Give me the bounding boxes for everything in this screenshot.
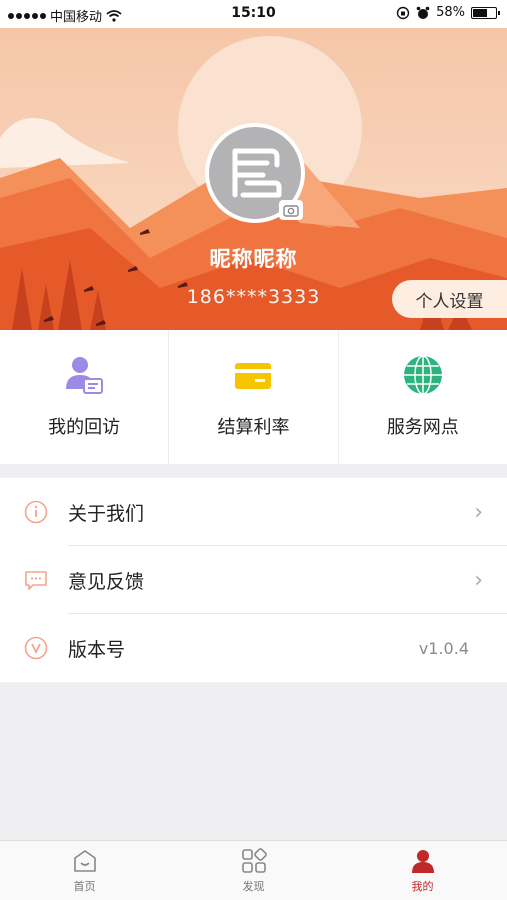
- tab-bar: 首页 发现 我的: [0, 840, 507, 900]
- chevron-right-icon: ›: [474, 499, 483, 525]
- menu-item-version: 版本号 v1.0.4: [0, 614, 507, 682]
- tab-home[interactable]: 首页: [0, 841, 169, 900]
- menu-item-feedback[interactable]: 意见反馈 ›: [0, 546, 507, 614]
- nickname: 昵称昵称: [209, 247, 298, 271]
- battery-percent: 58%: [436, 5, 465, 20]
- tab-me[interactable]: 我的: [338, 841, 507, 900]
- chat-icon: [25, 571, 47, 590]
- card-icon: [235, 363, 272, 389]
- alarm-icon: [416, 6, 430, 19]
- home-icon: [73, 849, 96, 872]
- tab-label: 发现: [242, 879, 265, 893]
- logo-icon: [232, 148, 282, 198]
- discover-icon: [241, 847, 267, 873]
- menu-item-about[interactable]: 关于我们 ›: [0, 478, 507, 546]
- quick-item-rates[interactable]: 结算利率: [169, 330, 339, 464]
- menu-item-label: 版本号: [68, 638, 126, 661]
- info-icon: [24, 500, 48, 524]
- version-value: v1.0.4: [418, 638, 469, 658]
- quick-item-outlets[interactable]: 服务网点: [339, 330, 507, 464]
- tab-label: 首页: [73, 879, 96, 893]
- quick-item-visits[interactable]: 我的回访: [0, 330, 170, 464]
- globe-icon: [403, 355, 442, 395]
- me-icon: [411, 849, 434, 873]
- status-right: 58%: [396, 5, 500, 20]
- quick-item-label: 我的回访: [48, 417, 121, 438]
- chevron-right-icon: ›: [474, 567, 483, 593]
- camera-button[interactable]: [279, 200, 303, 220]
- menu-item-label: 关于我们: [68, 502, 145, 525]
- profile-header: 昵称昵称 186****3333 个人设置: [0, 28, 507, 330]
- camera-icon: [283, 205, 299, 217]
- battery-icon: [471, 6, 500, 19]
- quick-actions: 我的回访 结算利率 服务网点: [0, 330, 507, 464]
- personal-settings-button[interactable]: 个人设置: [392, 280, 507, 318]
- tab-discover[interactable]: 发现: [169, 841, 338, 900]
- settings-menu: 关于我们 › 意见反馈 › 版本号 v1.0.4: [0, 478, 507, 682]
- version-icon: [24, 636, 48, 660]
- lock-rotation-icon: [396, 6, 410, 19]
- user-card-icon: [66, 357, 104, 394]
- menu-item-label: 意见反馈: [68, 570, 145, 593]
- quick-item-label: 结算利率: [217, 417, 290, 438]
- status-bar: 中国移动 15:10 58%: [0, 0, 507, 28]
- tab-label: 我的: [411, 879, 434, 893]
- quick-item-label: 服务网点: [386, 417, 459, 438]
